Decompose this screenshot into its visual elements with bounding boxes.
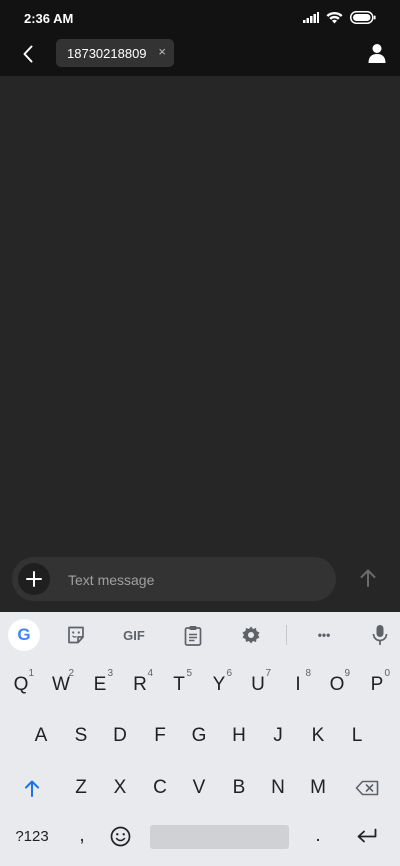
status-icons <box>303 11 376 24</box>
shift-key[interactable] <box>12 767 52 809</box>
key-i[interactable]: I8 <box>278 664 318 706</box>
key-q[interactable]: Q1 <box>1 664 41 706</box>
key-v[interactable]: V <box>179 767 219 809</box>
conversation-area <box>0 76 400 552</box>
key-e[interactable]: E3 <box>80 664 120 706</box>
key-j[interactable]: J <box>258 715 298 757</box>
key-u[interactable]: U7 <box>238 664 278 706</box>
key-hint: 6 <box>226 668 232 679</box>
key-label: I <box>295 674 301 695</box>
key-label: T <box>173 674 185 695</box>
keyboard-toolbar: G GIF ••• <box>0 612 400 658</box>
plus-icon <box>26 571 42 587</box>
symbols-key[interactable]: ?123 <box>10 815 54 857</box>
more-icon: ••• <box>317 628 331 642</box>
key-r[interactable]: R4 <box>120 664 160 706</box>
period-key[interactable]: . <box>298 815 338 857</box>
shift-arrow-icon <box>25 780 39 797</box>
key-m[interactable]: M <box>298 767 338 809</box>
key-label: W <box>52 674 70 695</box>
backspace-key[interactable] <box>347 767 387 809</box>
send-icon[interactable] <box>357 567 379 589</box>
clipboard-icon <box>184 625 202 646</box>
recipient-number: 18730218809 <box>67 45 147 61</box>
key-k[interactable]: K <box>298 715 338 757</box>
key-c[interactable]: C <box>140 767 180 809</box>
status-bar: 2:36 AM <box>0 0 400 36</box>
key-y[interactable]: Y6 <box>199 664 239 706</box>
wifi-icon <box>326 11 343 24</box>
key-hint: 9 <box>344 668 350 679</box>
key-label: P <box>370 674 384 695</box>
key-x[interactable]: X <box>100 767 140 809</box>
sticker-button[interactable] <box>64 623 88 647</box>
key-s[interactable]: S <box>61 715 101 757</box>
key-hint: 0 <box>384 668 390 679</box>
keyboard: Q1 W2 E3 R4 T5 Y6 U7 I8 O9 P0 A S D F G … <box>0 658 400 866</box>
contact-icon[interactable] <box>366 42 388 64</box>
key-h[interactable]: H <box>219 715 259 757</box>
settings-button[interactable] <box>239 623 263 647</box>
sticker-icon <box>68 626 84 644</box>
gif-button[interactable]: GIF <box>120 623 148 647</box>
gif-label: GIF <box>123 627 145 643</box>
battery-icon <box>350 11 376 24</box>
chevron-left-icon <box>23 45 33 63</box>
toolbar-divider <box>286 625 287 645</box>
key-hint: 2 <box>68 668 74 679</box>
key-o[interactable]: O9 <box>317 664 357 706</box>
key-g[interactable]: G <box>179 715 219 757</box>
key-label: E <box>93 674 107 695</box>
google-icon: G <box>17 625 31 644</box>
key-d[interactable]: D <box>100 715 140 757</box>
more-button[interactable]: ••• <box>310 623 338 647</box>
voice-input-button[interactable] <box>368 623 392 647</box>
comma-key[interactable]: , <box>62 815 102 857</box>
key-n[interactable]: N <box>258 767 298 809</box>
status-time: 2:36 AM <box>24 11 74 26</box>
key-label: Q <box>13 674 29 695</box>
key-label: R <box>133 674 147 695</box>
google-search-button[interactable]: G <box>8 619 40 651</box>
compose-bar <box>12 557 336 603</box>
key-hint: 3 <box>107 668 113 679</box>
key-a[interactable]: A <box>21 715 61 757</box>
backspace-icon <box>355 780 379 796</box>
gear-icon <box>242 626 260 644</box>
key-label: Y <box>212 674 226 695</box>
key-p[interactable]: P0 <box>357 664 397 706</box>
back-button[interactable] <box>16 42 40 66</box>
emoji-key[interactable] <box>100 815 140 857</box>
key-hint: 4 <box>147 668 153 679</box>
enter-key[interactable] <box>347 815 387 857</box>
recipient-chip[interactable]: 18730218809 × <box>56 39 174 67</box>
key-w[interactable]: W2 <box>41 664 81 706</box>
remove-recipient-button[interactable]: × <box>158 44 166 59</box>
key-t[interactable]: T5 <box>159 664 199 706</box>
key-hint: 1 <box>28 668 34 679</box>
key-z[interactable]: Z <box>61 767 101 809</box>
signal-icon <box>303 12 319 23</box>
key-hint: 8 <box>305 668 311 679</box>
clipboard-button[interactable] <box>181 623 205 647</box>
message-input[interactable] <box>66 557 320 603</box>
emoji-icon <box>110 826 130 846</box>
key-label: O <box>329 674 345 695</box>
key-l[interactable]: L <box>337 715 377 757</box>
key-hint: 5 <box>186 668 192 679</box>
key-f[interactable]: F <box>140 715 180 757</box>
enter-arrow-icon <box>357 828 377 843</box>
microphone-icon <box>372 625 388 645</box>
key-b[interactable]: B <box>219 767 259 809</box>
attach-button[interactable] <box>18 563 50 595</box>
key-label: U <box>251 674 265 695</box>
key-hint: 7 <box>265 668 271 679</box>
app-bar: 18730218809 × <box>0 36 400 76</box>
spacebar[interactable] <box>150 825 289 849</box>
